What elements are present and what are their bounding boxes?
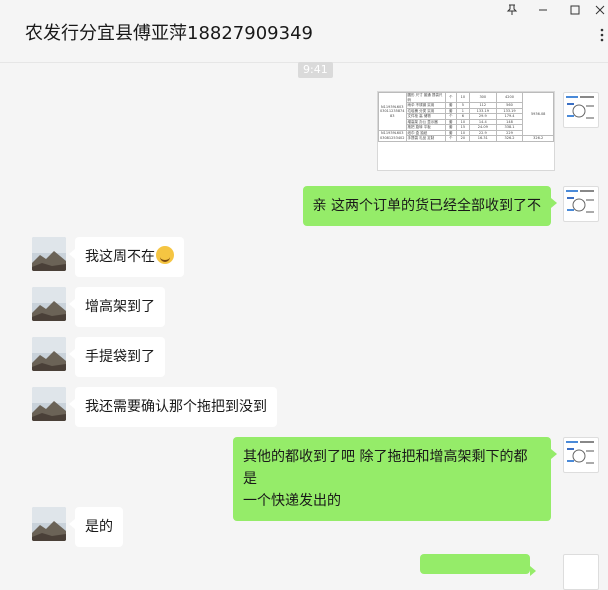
mountain-photo-icon (32, 237, 66, 271)
maximize-icon[interactable] (567, 4, 583, 18)
message-bubble-received[interactable]: 手提袋到了 (69, 337, 165, 377)
message-text: 亲 这两个订单的货已经全部收到了不 (312, 198, 541, 214)
item-price: 16.31 (468, 135, 497, 142)
order-table: N11939L603 03011235874 83 圆形 尺寸 普通 提袋尺码 … (378, 92, 554, 142)
item-desc: 圆形 尺寸 普通 提袋尺码 (405, 92, 446, 103)
message-text: 增高架到了 (85, 299, 155, 315)
chat-title: 农发行分宜县傅亚萍18827909349 (25, 23, 313, 44)
message-bubble-received[interactable]: 我还需要确认那个拖把到没到 (69, 387, 277, 427)
order-id-cell: N11939L603 03011235874 83 (378, 92, 407, 131)
item-unit: 个 (444, 135, 457, 142)
message-bubble-sent[interactable]: 亲 这两个订单的货已经全部收到了不 (302, 186, 558, 226)
mountain-photo-icon (32, 337, 66, 371)
item-amount: 4200 (495, 92, 524, 103)
minimize-icon[interactable] (535, 4, 551, 18)
order-total: 5936.08 (522, 92, 554, 136)
close-icon[interactable] (592, 4, 608, 18)
message-bubble-received[interactable]: 是的 (69, 507, 123, 547)
message-text: 我还需要确认那个拖把到没到 (85, 399, 267, 415)
self-avatar[interactable] (563, 554, 599, 590)
item-amount: 326.2 (495, 135, 524, 142)
self-avatar[interactable] (563, 186, 599, 222)
message-bubble-received[interactable]: 我这周不在 (69, 237, 184, 277)
contact-avatar[interactable] (32, 237, 66, 271)
avatar-image (566, 96, 594, 119)
message-text: 其他的都收到了吧 除了拖把和增高架剩下的都是 (243, 449, 528, 487)
mountain-photo-icon (32, 507, 66, 541)
more-icon[interactable] (600, 28, 604, 46)
message-text: 我这周不在 (85, 249, 155, 265)
mountain-photo-icon (32, 387, 66, 421)
mountain-photo-icon (32, 287, 66, 321)
message-bubble-sent-partial[interactable] (420, 554, 536, 576)
laughing-emoji-icon (156, 246, 174, 264)
avatar-image (566, 441, 594, 464)
contact-avatar[interactable] (32, 507, 66, 541)
message-bubble-received[interactable]: 增高架到了 (69, 287, 165, 327)
item-price: 300 (468, 92, 497, 103)
pin-icon[interactable] (504, 4, 520, 18)
item-desc: 手提袋 礼品 定制 (405, 135, 446, 142)
message-text: 手提袋到了 (85, 349, 155, 365)
order-total: 326.2 (522, 135, 554, 142)
order-id-cell: N11939L603 03081253402 (378, 129, 407, 142)
timestamp: 9:41 (298, 62, 333, 78)
contact-avatar[interactable] (32, 387, 66, 421)
self-avatar[interactable] (563, 437, 599, 473)
order-image-message[interactable]: N11939L603 03011235874 83 圆形 尺寸 普通 提袋尺码 … (377, 91, 555, 171)
item-qty: 10 (455, 92, 470, 103)
contact-avatar[interactable] (32, 337, 66, 371)
message-bubble-sent[interactable]: 其他的都收到了吧 除了拖把和增高架剩下的都是 一个快递发出的 (233, 437, 557, 521)
message-text: 是的 (85, 519, 113, 535)
self-avatar[interactable] (563, 92, 599, 128)
message-text: 一个快递发出的 (243, 493, 341, 509)
table-row: N11939L603 03011235874 83 圆形 尺寸 普通 提袋尺码 … (378, 92, 554, 136)
contact-avatar[interactable] (32, 287, 66, 321)
avatar-image (566, 190, 594, 213)
chat-header: 农发行分宜县傅亚萍18827909349 (0, 0, 608, 63)
item-qty: 20 (455, 135, 470, 142)
item-unit: 个 (444, 92, 457, 103)
